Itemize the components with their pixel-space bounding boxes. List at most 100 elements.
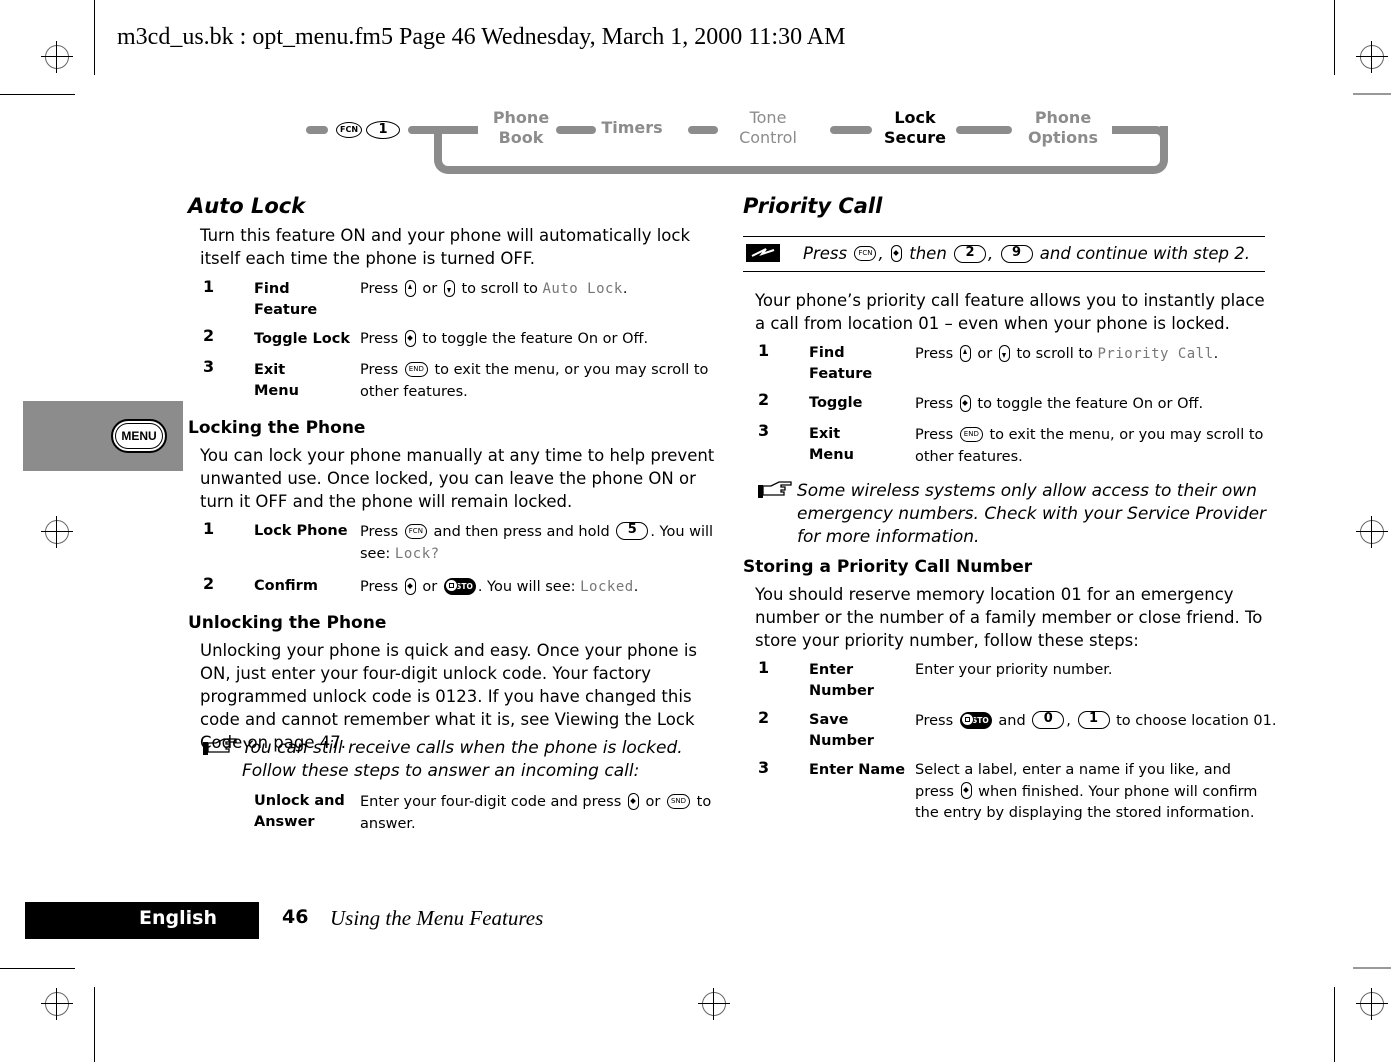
text: Press [915, 713, 954, 729]
step-description: Press or STO. You will see: Locked. [360, 577, 722, 599]
text: Press [803, 244, 848, 263]
text: Press [360, 524, 399, 540]
step-label: Find Feature [809, 345, 873, 382]
step-number: 3 [203, 357, 215, 376]
connector [434, 126, 478, 134]
nav-item-tone-control[interactable]: Tone Control [728, 108, 808, 148]
scroll-up-key-icon [404, 279, 416, 297]
step-number: 1 [203, 519, 215, 538]
crop-mark [94, 0, 95, 75]
step-number: 2 [758, 390, 770, 409]
registration-mark-icon [41, 988, 73, 1020]
step-label: Lock Phone [254, 523, 348, 539]
text: Press [360, 362, 399, 378]
shortcut-instruction: Press FCN, then 2, 9 and continue with s… [803, 244, 1250, 263]
note-hand-icon [202, 737, 238, 759]
step-number: 3 [758, 421, 770, 440]
display-text: Auto Lock [542, 281, 623, 297]
text: . You will see: [477, 579, 576, 595]
text: and then press and hold [433, 524, 610, 540]
step-description: Press to toggle the feature On or Off. [360, 329, 720, 351]
scroll-down-key-icon [998, 344, 1010, 362]
nav-item-phone-options[interactable]: Phone Options [1020, 108, 1106, 148]
step-number: 1 [203, 277, 215, 296]
step-description: Enter your four-digit code and press or … [360, 792, 722, 835]
connector [556, 126, 596, 134]
step-description: Press or to scroll to Auto Lock. [360, 279, 720, 301]
connector [830, 126, 872, 134]
fcn-key-icon: FCN [404, 523, 427, 539]
crop-mark [1353, 93, 1391, 95]
scroll-up-key-icon [959, 344, 971, 362]
crop-mark [1334, 0, 1335, 75]
priority-call-heading: Priority Call [743, 194, 883, 218]
fcn-key-icon: FCN [854, 246, 877, 261]
text: then [909, 244, 947, 263]
step-label: Find Feature [254, 281, 318, 318]
select-key-icon [959, 394, 971, 412]
storing-heading: Storing a Priority Call Number [743, 557, 1033, 577]
step-label: Save Number [809, 712, 874, 749]
registration-mark-icon [1356, 516, 1388, 548]
display-text: Lock? [394, 545, 440, 562]
sto-key-icon: STO [959, 711, 992, 729]
text: Press [360, 579, 399, 595]
text: or [977, 346, 993, 362]
sto-key-icon: STO [443, 577, 476, 595]
step-label: Exit Menu [809, 426, 854, 463]
text: Press [915, 346, 954, 362]
menu-key-icon: MENU [111, 419, 167, 453]
storing-intro: You should reserve memory location 01 fo… [755, 585, 1263, 650]
nav-item-lock-secure[interactable]: Lock Secure [880, 108, 950, 148]
key-5-icon: 5 [616, 522, 649, 540]
priority-call-note: Some wireless systems only allow access … [797, 481, 1267, 547]
step-label: Exit Menu [254, 362, 299, 399]
text: Press [360, 281, 399, 297]
connector [956, 126, 1012, 134]
text: to choose location 01. [1116, 713, 1277, 729]
select-key-icon [627, 792, 639, 810]
key-1-icon: 1 [1077, 711, 1110, 729]
text: Enter your four-digit code and press [360, 794, 622, 810]
key-1-icon: 1 [366, 121, 400, 139]
priority-call-intro: Your phone’s priority call feature allow… [755, 291, 1265, 333]
step-number: 1 [758, 341, 770, 360]
step-label: Toggle Lock [254, 331, 350, 347]
crop-mark [1334, 987, 1335, 1062]
text: to scroll to [1016, 346, 1093, 362]
fcn-key-icon: FCN [336, 122, 362, 138]
scroll-down-key-icon [443, 279, 455, 297]
display-text: Locked [580, 579, 634, 595]
crop-mark [1353, 967, 1391, 969]
print-header: m3cd_us.bk : opt_menu.fm5 Page 46 Wednes… [117, 24, 846, 50]
step-label: Unlock and Answer [254, 793, 345, 830]
select-key-icon [404, 329, 416, 347]
key-2-icon: 2 [954, 244, 987, 263]
unlocking-heading: Unlocking the Phone [188, 613, 387, 633]
step-number: 1 [758, 658, 770, 677]
registration-mark-icon [1356, 41, 1388, 73]
step-number: 2 [758, 708, 770, 727]
menu-navigation-diagram: FCN 1 Phone Book Timers Tone Control Loc… [300, 100, 1180, 185]
step-description: Press or to scroll to Priority Call. [915, 344, 1270, 366]
nav-item-timers[interactable]: Timers [598, 118, 666, 138]
crop-mark [94, 987, 95, 1062]
text: to scroll to [461, 281, 538, 297]
unlocking-note: You can still receive calls when the pho… [242, 738, 683, 781]
text: Press [915, 427, 954, 443]
section-title: Using the Menu Features [330, 906, 544, 930]
select-key-icon [960, 782, 972, 799]
text: to toggle the feature On or Off. [977, 396, 1204, 412]
nav-item-phone-book[interactable]: Phone Book [486, 108, 556, 148]
step-description: Press END to exit the menu, or you may s… [360, 360, 720, 403]
menu-side-tab: MENU [23, 401, 183, 471]
step-label: Confirm [254, 578, 318, 594]
step-description: Select a label, enter a name if you like… [915, 760, 1270, 825]
step-description: Press STO and 0, 1 to choose location 01… [915, 711, 1277, 729]
text: . [633, 579, 639, 595]
registration-mark-icon [1356, 988, 1388, 1020]
crop-mark [0, 968, 75, 969]
divider [743, 236, 1265, 237]
text: or [422, 579, 438, 595]
text: Press [915, 396, 954, 412]
